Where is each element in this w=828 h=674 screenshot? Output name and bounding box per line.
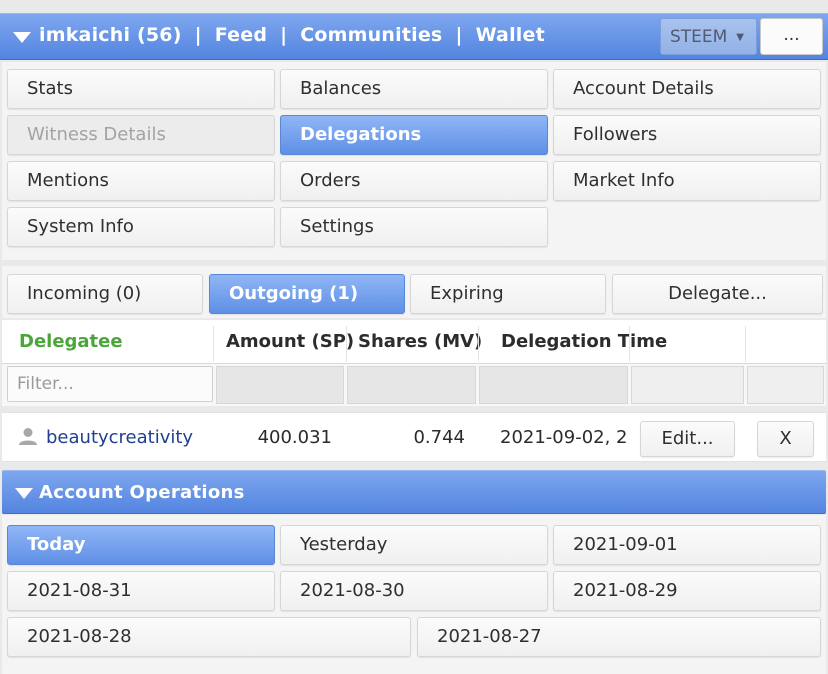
nav-wallet-link[interactable]: Wallet (476, 24, 545, 46)
column-divider (745, 326, 746, 362)
account-link[interactable]: imkaichi (56) (39, 24, 182, 46)
column-header-delegation-time[interactable]: Delegation Time (501, 322, 667, 362)
date-button[interactable]: 2021-08-27 (417, 617, 821, 657)
amount-value: 400.031 (257, 427, 332, 448)
nav-feed-link[interactable]: Feed (215, 24, 267, 46)
date-button[interactable]: 2021-08-29 (553, 571, 821, 611)
delegatee-link[interactable]: beautycreativity (46, 418, 193, 458)
delegation-time-value: 2021-09-02, 22: (500, 427, 628, 448)
tab-outgoing[interactable]: Outgoing (1) (209, 274, 405, 314)
delegatee-filter-input[interactable] (7, 366, 213, 402)
menu-settings-button[interactable]: Settings (280, 207, 548, 247)
menu-orders-button[interactable]: Orders (280, 161, 548, 201)
menu-mentions-button[interactable]: Mentions (7, 161, 275, 201)
menu-balances-button[interactable]: Balances (280, 69, 548, 109)
date-button[interactable]: 2021-08-30 (280, 571, 548, 611)
shares-filter-cell (347, 366, 476, 404)
top-nav-bar: imkaichi (56) | Feed | Communities | Wallet ST… (0, 13, 828, 60)
currency-value: STEEM (670, 27, 728, 47)
column-divider (629, 326, 630, 362)
menu-followers-button[interactable]: Followers (553, 115, 821, 155)
date-button[interactable]: 2021-08-31 (7, 571, 275, 611)
shares-value: 0.744 (413, 427, 465, 448)
nav-separator: | (280, 24, 288, 46)
column-divider (478, 326, 479, 362)
nav-links: imkaichi (56) | Feed | Communities | Wallet (39, 24, 545, 46)
menu-stats-button[interactable]: Stats (7, 69, 275, 109)
column-header-shares[interactable]: Shares (MV) (358, 322, 482, 362)
date-yesterday-button[interactable]: Yesterday (280, 525, 548, 565)
tab-expiring[interactable]: Expiring (410, 274, 606, 314)
account-operations-header[interactable]: Account Operations (2, 470, 826, 514)
column-divider (213, 326, 214, 362)
edit-delegation-button[interactable]: Edit... (640, 421, 735, 457)
tab-incoming[interactable]: Incoming (0) (7, 274, 203, 314)
column-header-amount[interactable]: Amount (SP) (226, 322, 354, 362)
delegate-button[interactable]: Delegate... (612, 274, 823, 314)
menu-system-info-button[interactable]: System Info (7, 207, 275, 247)
column-header-delegatee[interactable]: Delegatee (19, 322, 123, 362)
remove-filter-cell (747, 366, 824, 404)
currency-select[interactable]: STEEM ▼ (660, 18, 757, 55)
edit-filter-cell (631, 366, 744, 404)
date-today-button[interactable]: Today (7, 525, 275, 565)
menu-market-info-button[interactable]: Market Info (553, 161, 821, 201)
time-filter-cell (479, 366, 628, 404)
collapse-triangle-icon[interactable] (13, 32, 31, 43)
remove-delegation-button[interactable]: X (757, 421, 814, 457)
account-operations-title: Account Operations (39, 482, 245, 503)
user-avatar-icon (18, 426, 38, 446)
nav-separator: | (194, 24, 202, 46)
menu-witness-details-button: Witness Details (7, 115, 275, 155)
collapse-triangle-icon (15, 488, 33, 499)
amount-filter-cell (216, 366, 344, 404)
nav-communities-link[interactable]: Communities (300, 24, 442, 46)
menu-delegations-button[interactable]: Delegations (280, 115, 548, 155)
column-divider (346, 326, 347, 362)
nav-separator: | (455, 24, 463, 46)
menu-account-details-button[interactable]: Account Details (553, 69, 821, 109)
date-button[interactable]: 2021-09-01 (553, 525, 821, 565)
dropdown-caret-icon: ▼ (736, 32, 744, 43)
date-button[interactable]: 2021-08-28 (7, 617, 411, 657)
more-button[interactable]: ... (760, 18, 823, 55)
